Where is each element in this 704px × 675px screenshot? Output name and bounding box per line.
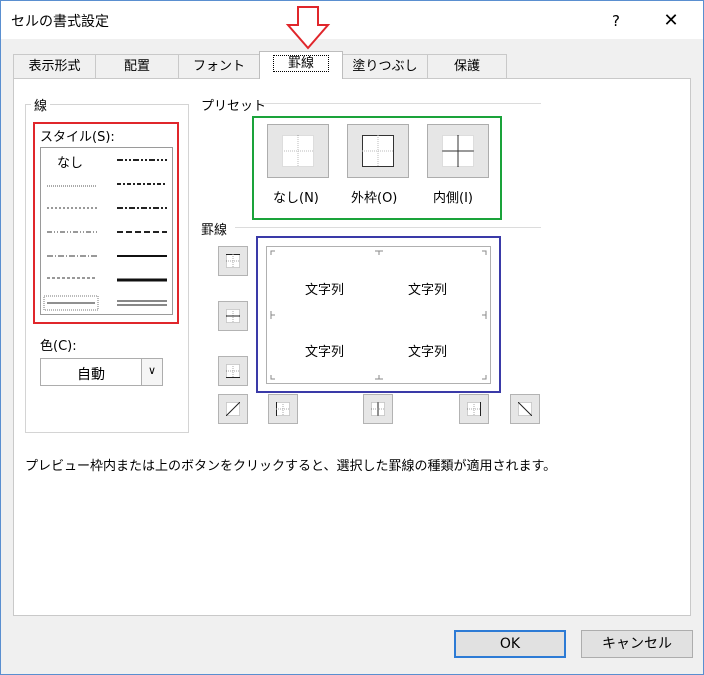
preset-none-button[interactable] [267, 124, 329, 178]
tab-number-format[interactable]: 表示形式 [13, 54, 96, 78]
preset-outline-icon [362, 135, 394, 167]
border-top-icon [226, 254, 240, 268]
border-left-button[interactable] [268, 394, 298, 424]
tab-border[interactable]: 罫線 [259, 51, 343, 79]
tab-alignment[interactable]: 配置 [95, 54, 179, 78]
preset-outline-button[interactable] [347, 124, 409, 178]
preset-inside-label: 内側(I) [433, 191, 473, 206]
border-right-button[interactable] [459, 394, 489, 424]
line-style-list[interactable]: なし [40, 147, 173, 315]
help-button[interactable]: ? [601, 9, 631, 33]
chevron-down-icon[interactable]: ∨ [141, 359, 162, 385]
border-bottom-button[interactable] [218, 356, 248, 386]
preset-none-label: なし(N) [273, 191, 319, 206]
tab-label: 保護 [453, 59, 480, 74]
border-diagonal-down-button[interactable] [510, 394, 540, 424]
preview-cell-text: 文字列 [305, 345, 345, 360]
tab-fill[interactable]: 塗りつぶし [342, 54, 428, 78]
diagonal-up-icon [226, 402, 240, 416]
tab-label: 表示形式 [28, 59, 81, 74]
border-right-icon [467, 402, 481, 416]
border-divider [235, 227, 541, 228]
style-label: スタイル(S): [40, 130, 115, 145]
preview-cell-text: 文字列 [408, 283, 448, 298]
preset-inside-button[interactable] [427, 124, 489, 178]
border-inside-vertical-button[interactable] [363, 394, 393, 424]
color-value: 自動 [77, 367, 105, 383]
border-inside-horizontal-icon [226, 309, 240, 323]
presets-divider [259, 103, 541, 104]
dialog-title: セルの書式設定 [11, 14, 109, 30]
border-left-icon [276, 402, 290, 416]
border-bottom-icon [226, 364, 240, 378]
tab-label: フォント [192, 59, 245, 74]
border-inside-vertical-icon [371, 402, 385, 416]
tab-label: 塗りつぶし [352, 59, 418, 74]
arrow-down-icon [285, 6, 331, 50]
preset-outline-label: 外枠(O) [351, 191, 398, 206]
line-style-samples [43, 159, 167, 311]
cancel-button[interactable]: キャンセル [581, 630, 693, 658]
presets-group-label: プリセット [201, 99, 267, 114]
border-inside-horizontal-button[interactable] [218, 301, 248, 331]
tab-protection[interactable]: 保護 [427, 54, 507, 78]
border-top-button[interactable] [218, 246, 248, 276]
color-label: 色(C): [40, 339, 77, 354]
title-bar: セルの書式設定 ? ✕ [1, 1, 703, 39]
border-preview[interactable]: 文字列 文字列 文字列 文字列 [266, 246, 491, 384]
preset-none-icon [282, 135, 314, 167]
diagonal-down-icon [518, 402, 532, 416]
format-cells-dialog: セルの書式設定 ? ✕ 表示形式 配置 フォント 罫線 塗りつぶし 保護 線 ス… [0, 0, 704, 675]
border-group-label: 罫線 [201, 223, 228, 238]
line-group-label: 線 [31, 95, 51, 114]
ok-button[interactable]: OK [454, 630, 566, 658]
preview-corner-marks [270, 250, 487, 380]
preview-cell-text: 文字列 [408, 345, 448, 360]
instruction-text: プレビュー枠内または上のボタンをクリックすると、選択した罫線の種類が適用されます… [25, 459, 557, 474]
border-diagonal-up-button[interactable] [218, 394, 248, 424]
color-dropdown[interactable]: 自動 ∨ [40, 358, 163, 386]
close-button[interactable]: ✕ [656, 9, 686, 33]
preset-inside-icon [442, 135, 474, 167]
tab-label: 罫線 [272, 55, 330, 72]
tab-label: 配置 [123, 59, 150, 74]
tab-font[interactable]: フォント [178, 54, 260, 78]
preview-cell-text: 文字列 [305, 283, 345, 298]
